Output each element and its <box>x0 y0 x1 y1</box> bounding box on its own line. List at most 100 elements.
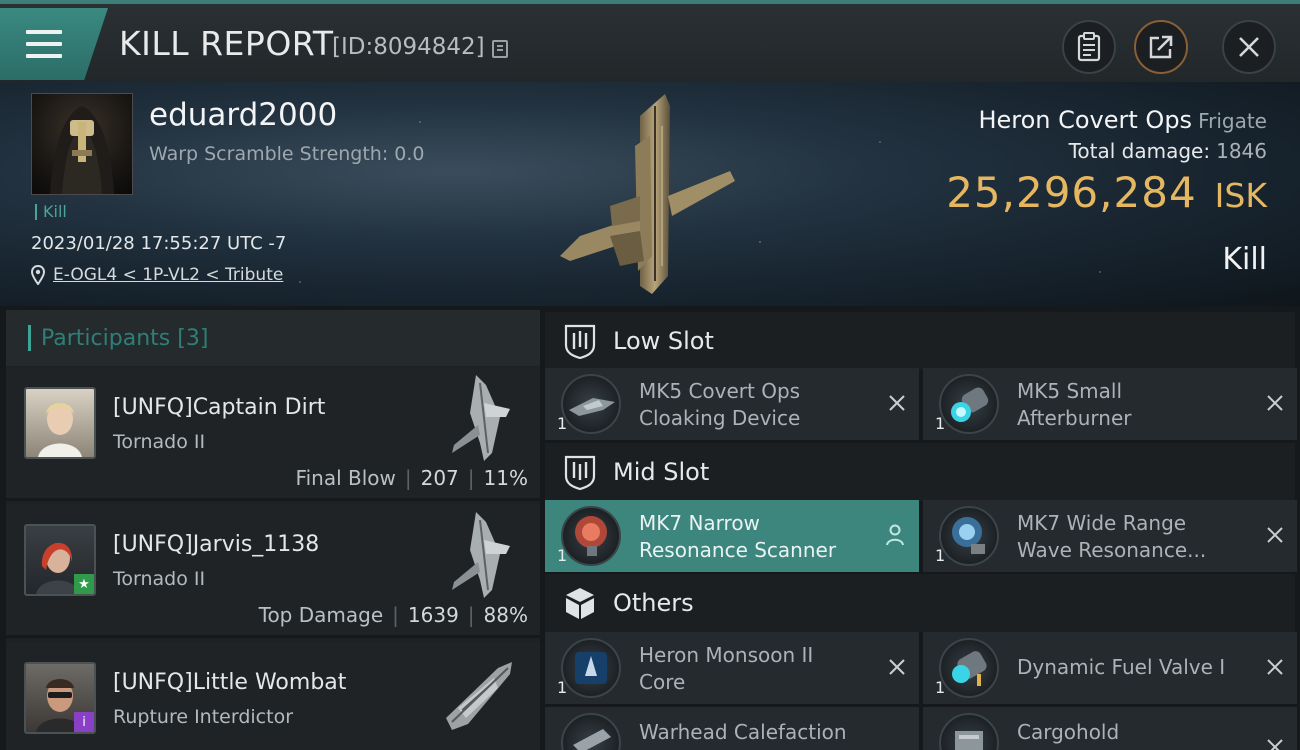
module-name: Cargohold <box>1017 720 1120 744</box>
module-name: Heron Monsoon II Core <box>639 643 814 694</box>
isk-value: 25,296,284 <box>946 168 1197 217</box>
mid-slot-icon <box>564 455 596 490</box>
close-icon <box>1239 37 1259 57</box>
module-item[interactable]: 1 Heron Monsoon II Core <box>545 632 919 704</box>
participant-row[interactable]: i [UNFQ]Little Wombat Rupture Interdicto… <box>6 642 540 750</box>
resonance-scanner-icon <box>561 506 621 566</box>
victim-pilot-name[interactable]: eduard2000 <box>149 97 337 133</box>
share-button[interactable] <box>1134 20 1188 74</box>
clipboard-icon <box>1077 32 1101 62</box>
participant-role: Final Blow <box>295 466 396 490</box>
location-link[interactable]: E-OGL4 < 1P-VL2 < Tribute <box>53 265 283 285</box>
participant-stats: Top Damage | 1639 | 88% <box>258 603 528 627</box>
result-label: Kill <box>1222 242 1267 277</box>
participant-avatar[interactable]: ★ <box>24 524 96 596</box>
participant-damage: 207 <box>420 466 459 490</box>
wave-resonance-icon <box>939 506 999 566</box>
cargohold-icon <box>939 713 999 750</box>
isk-unit: ISK <box>1214 176 1267 215</box>
clipboard-button[interactable] <box>1062 20 1116 74</box>
others-title: Others <box>613 589 694 617</box>
participant-role: Top Damage <box>258 603 384 627</box>
victim-ship-icon[interactable] <box>540 86 760 300</box>
module-item-selected[interactable]: 1 MK7 Narrow Resonance Scanner <box>545 500 919 572</box>
kill-tag: Kill <box>35 204 67 220</box>
participants-panel: Participants [3] [UNFQ]Captain Dirt Torn… <box>6 310 540 750</box>
destroyed-x-icon <box>889 395 905 411</box>
module-item[interactable]: Cargohold <box>923 707 1297 750</box>
destroyed-x-icon <box>1267 659 1283 675</box>
warp-scramble-strength: Warp Scramble Strength: 0.0 <box>149 143 425 165</box>
others-header: Others <box>545 574 1295 632</box>
participant-ship: Tornado II <box>113 431 206 453</box>
participant-name[interactable]: [UNFQ]Captain Dirt <box>113 395 325 420</box>
total-damage-label: Total damage: <box>1068 139 1211 163</box>
module-name: Warhead Calefaction <box>639 720 847 744</box>
core-icon <box>561 638 621 698</box>
victim-panel: eduard2000 Warp Scramble Strength: 0.0 K… <box>0 82 1300 306</box>
afterburner-icon <box>939 374 999 434</box>
module-name: MK5 Covert Ops Cloaking Device <box>639 379 801 430</box>
close-button[interactable] <box>1222 20 1276 74</box>
low-slot-header: Low Slot <box>545 312 1295 370</box>
low-slot-title: Low Slot <box>613 327 714 355</box>
title-bar: KILL REPORT [ID:8094842] <box>0 0 1300 82</box>
low-slot-icon <box>564 324 596 359</box>
module-quantity: 1 <box>935 546 946 565</box>
victim-ship-class: Frigate <box>1198 109 1267 133</box>
participant-percent: 88% <box>483 603 528 627</box>
location-row[interactable]: E-OGL4 < 1P-VL2 < Tribute <box>31 265 283 285</box>
total-damage-value: 1846 <box>1216 139 1267 163</box>
isk-row: 25,296,284 ISK <box>946 168 1267 217</box>
kill-timestamp: 2023/01/28 17:55:27 UTC -7 <box>31 233 287 254</box>
module-item[interactable]: 1 MK5 Small Afterburner <box>923 368 1297 440</box>
copy-id-icon[interactable] <box>492 40 508 58</box>
victim-ship-name[interactable]: Heron Covert Ops <box>978 106 1192 134</box>
info-badge-icon: i <box>74 712 94 732</box>
module-item[interactable]: 1 MK7 Wide Range Wave Resonance... <box>923 500 1297 572</box>
module-item[interactable]: 1 Dynamic Fuel Valve I <box>923 632 1297 704</box>
destroyed-x-icon <box>1267 739 1283 750</box>
participant-row[interactable]: [UNFQ]Captain Dirt Tornado II Final Blow… <box>6 367 540 501</box>
rupture-ship-icon[interactable] <box>430 648 526 738</box>
participant-ship: Rupture Interdictor <box>113 706 293 728</box>
mid-slot-title: Mid Slot <box>613 458 710 486</box>
tornado-ship-icon[interactable] <box>440 510 520 600</box>
participant-percent: 11% <box>483 466 528 490</box>
module-name: MK5 Small Afterburner <box>1017 379 1132 430</box>
module-quantity: 1 <box>935 678 946 697</box>
participant-name[interactable]: [UNFQ]Jarvis_1138 <box>113 532 319 557</box>
cloaking-device-icon <box>561 374 621 434</box>
participant-avatar[interactable]: i <box>24 662 96 734</box>
page-title: KILL REPORT <box>119 24 334 63</box>
menu-button[interactable] <box>0 8 108 80</box>
participant-row[interactable]: ★ [UNFQ]Jarvis_1138 Tornado II Top Damag… <box>6 504 540 638</box>
participant-avatar[interactable] <box>24 387 96 459</box>
participant-stats: Final Blow | 207 | 11% <box>295 466 528 490</box>
destroyed-x-icon <box>1267 395 1283 411</box>
share-icon <box>1149 35 1173 59</box>
fuel-valve-icon <box>939 638 999 698</box>
report-id: [ID:8094842] <box>332 34 485 60</box>
hamburger-icon <box>26 30 62 60</box>
star-badge-icon: ★ <box>74 574 94 594</box>
module-item[interactable]: Warhead Calefaction <box>545 707 919 750</box>
module-name: MK7 Wide Range Wave Resonance... <box>1017 511 1207 562</box>
module-quantity: 1 <box>557 678 568 697</box>
module-name: Dynamic Fuel Valve I <box>1017 655 1226 679</box>
mid-slot-header: Mid Slot <box>545 443 1295 501</box>
participant-name[interactable]: [UNFQ]Little Wombat <box>113 670 346 695</box>
module-quantity: 1 <box>935 414 946 433</box>
warhead-calefaction-icon <box>561 713 621 750</box>
module-name: MK7 Narrow Resonance Scanner <box>639 511 837 562</box>
person-icon <box>886 524 904 546</box>
module-quantity: 1 <box>557 414 568 433</box>
module-item[interactable]: 1 MK5 Covert Ops Cloaking Device <box>545 368 919 440</box>
total-damage-row: Total damage: 1846 <box>1069 139 1267 163</box>
participants-label: Participants <box>41 325 171 351</box>
participant-damage: 1639 <box>407 603 459 627</box>
module-quantity: 1 <box>557 546 568 565</box>
victim-avatar[interactable] <box>31 93 133 195</box>
tornado-ship-icon[interactable] <box>440 373 520 463</box>
ship-info: Heron Covert Ops Frigate <box>978 106 1267 134</box>
